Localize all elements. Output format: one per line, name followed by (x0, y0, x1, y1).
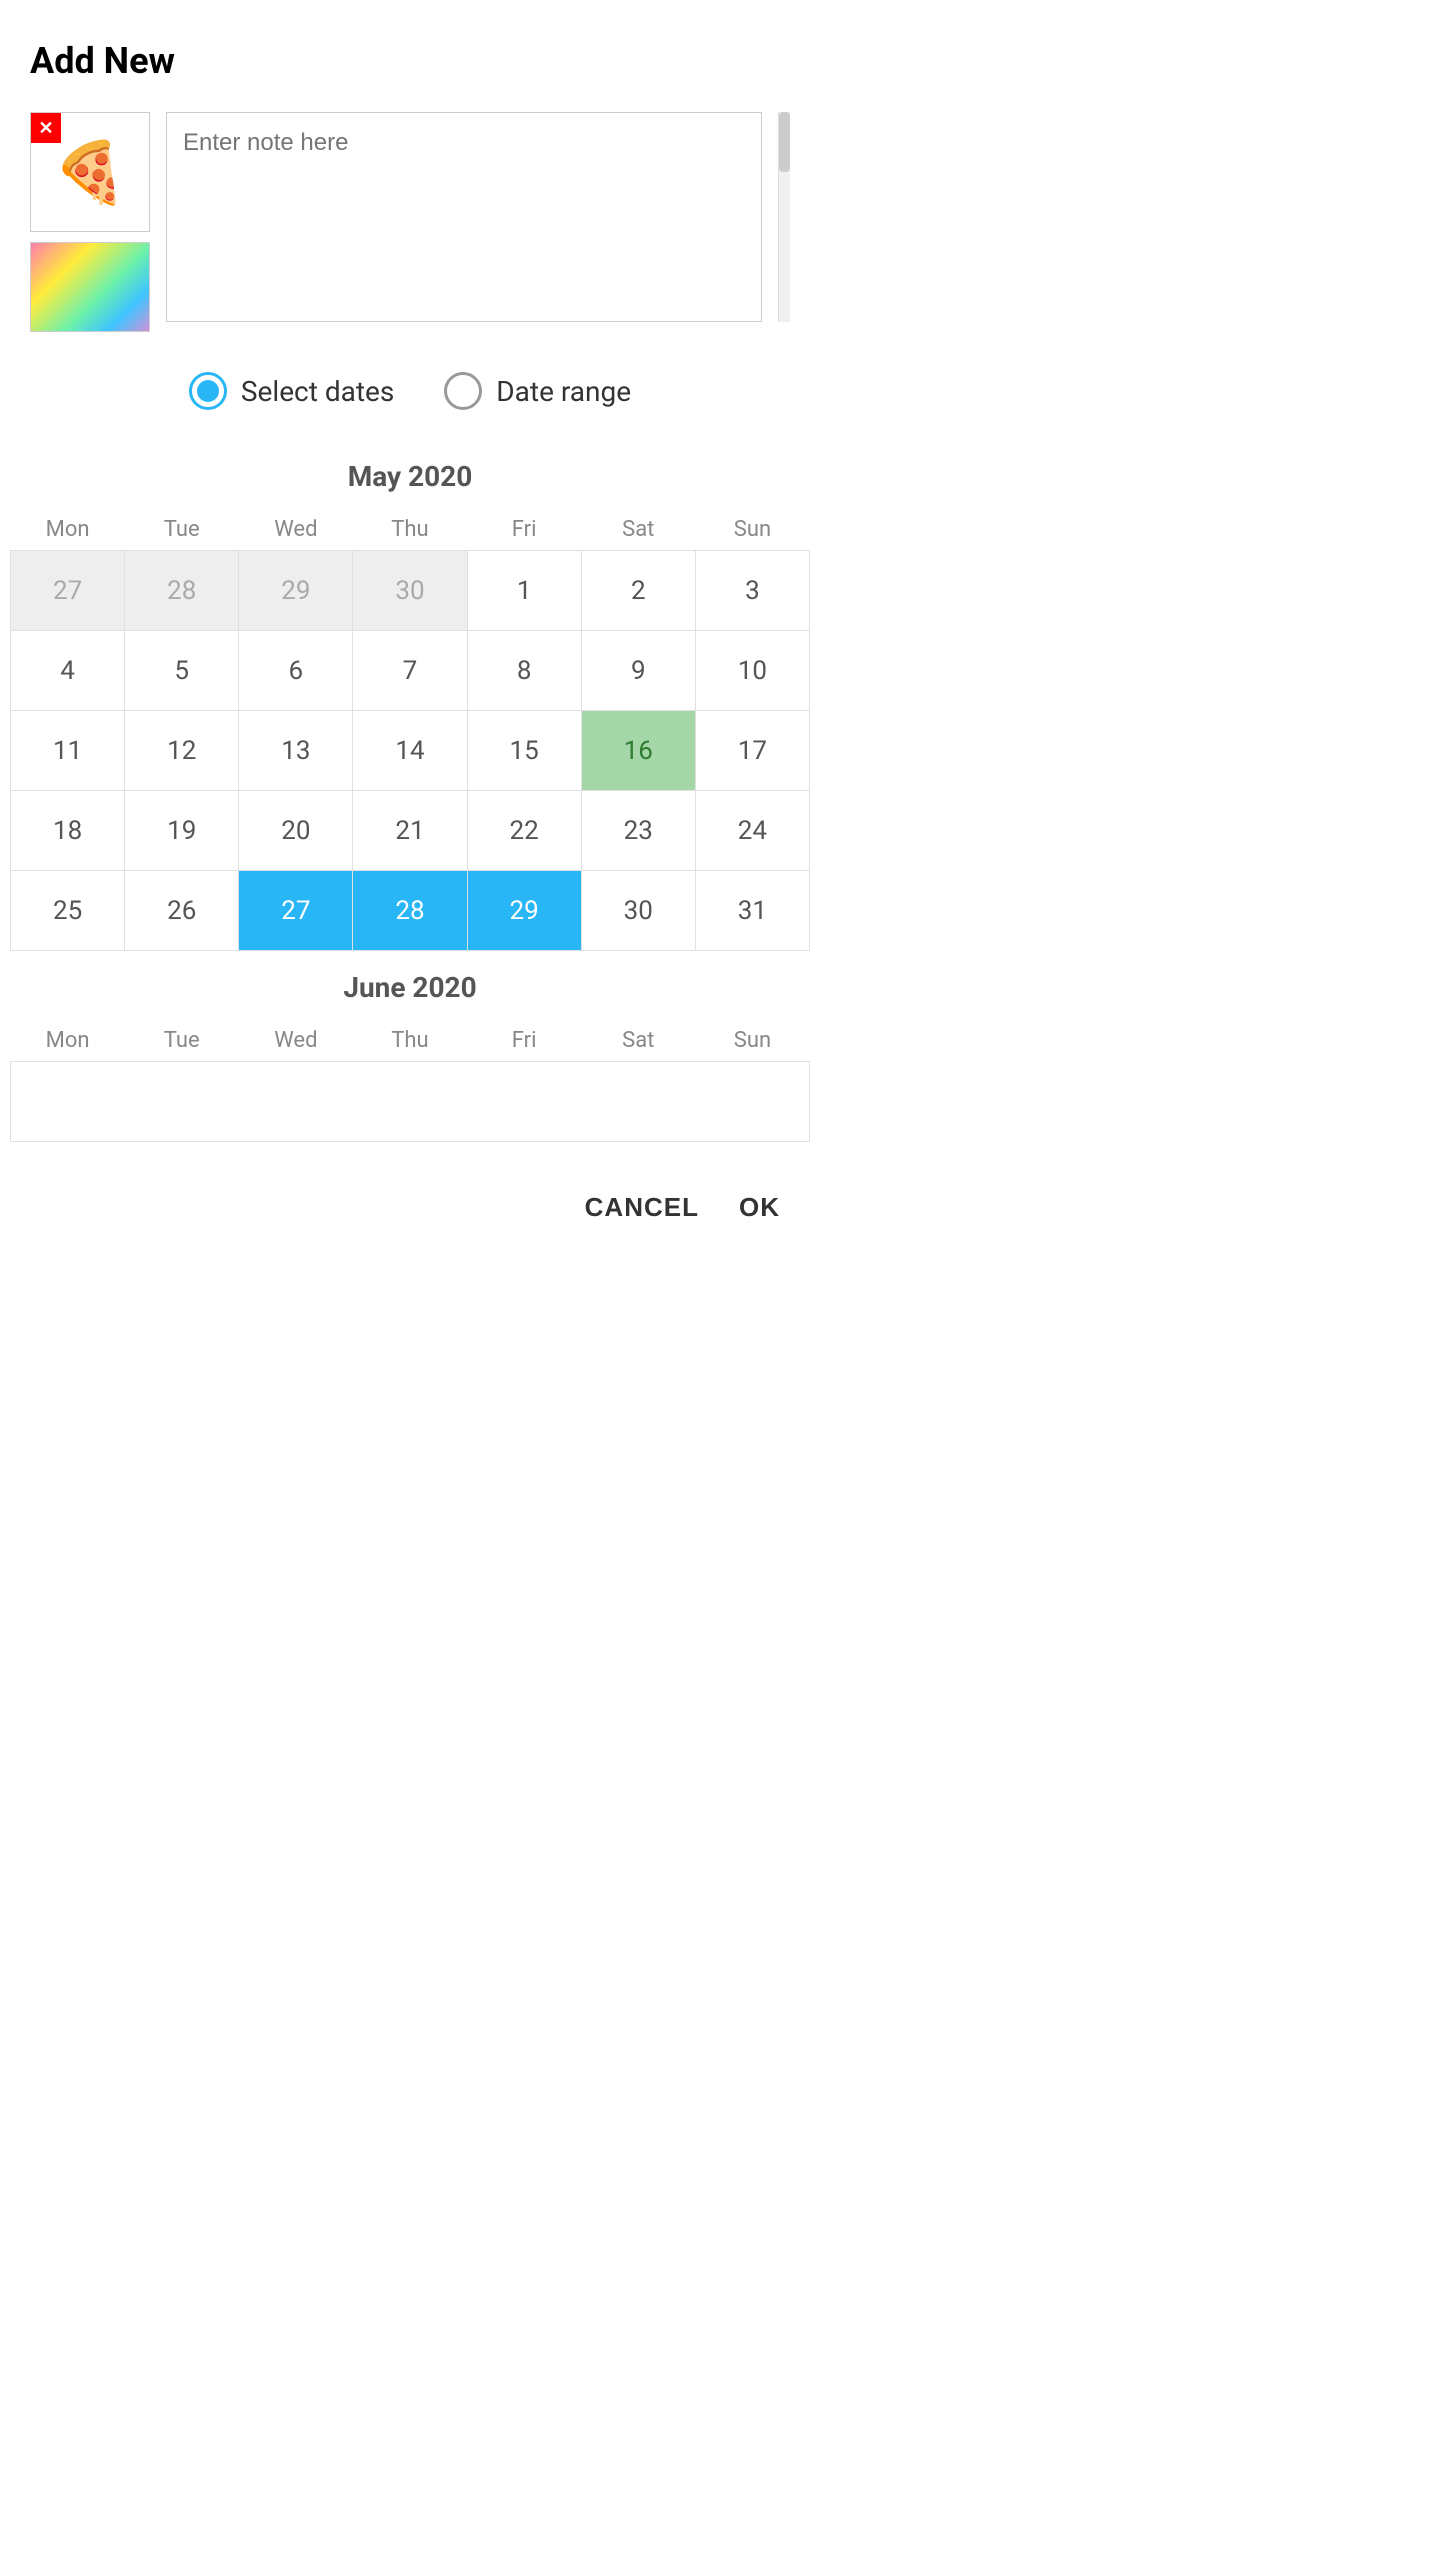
may-day-cell[interactable]: 20 (239, 791, 353, 871)
may-day-cell[interactable]: 23 (581, 791, 695, 871)
weekday-wed: Wed (239, 509, 353, 551)
calendar-section: May 2020 Mon Tue Wed Thu Fri Sat Sun 272… (0, 440, 820, 1142)
may-month-title: May 2020 (10, 440, 810, 509)
page-title: Add New (0, 0, 820, 112)
may-day-cell[interactable]: 28 (353, 871, 467, 951)
may-day-cell[interactable]: 10 (695, 631, 809, 711)
may-day-cell[interactable]: 28 (125, 551, 239, 631)
may-week-row: 18192021222324 (11, 791, 810, 871)
weekday-sun: Sun (695, 509, 809, 551)
select-dates-radio[interactable] (189, 372, 227, 410)
may-day-cell[interactable]: 26 (125, 871, 239, 951)
may-calendar-grid: Mon Tue Wed Thu Fri Sat Sun 272829301234… (10, 509, 810, 951)
may-week-row: 27282930123 (11, 551, 810, 631)
may-week-row: 25262728293031 (11, 871, 810, 951)
select-dates-option[interactable]: Select dates (189, 372, 394, 410)
bottom-bar: CANCEL OK (0, 1162, 820, 1253)
weekday-thu: Thu (353, 509, 467, 551)
note-input[interactable] (166, 112, 762, 322)
may-day-cell[interactable]: 6 (239, 631, 353, 711)
may-day-cell[interactable]: 8 (467, 631, 581, 711)
emoji-picker[interactable]: ✕ 🍕 (30, 112, 150, 232)
weekday-tue: Tue (125, 509, 239, 551)
emoji-display: 🍕 (53, 137, 128, 208)
color-picker[interactable] (30, 242, 150, 332)
june-weekday-mon: Mon (11, 1020, 125, 1062)
scrollbar-thumb[interactable] (779, 112, 790, 172)
may-day-cell[interactable]: 7 (353, 631, 467, 711)
may-day-cell[interactable]: 9 (581, 631, 695, 711)
may-day-cell[interactable]: 16 (581, 711, 695, 791)
cancel-button[interactable]: CANCEL (585, 1192, 699, 1223)
left-panel: ✕ 🍕 (30, 112, 150, 332)
may-weekday-header-row: Mon Tue Wed Thu Fri Sat Sun (11, 509, 810, 551)
may-day-cell[interactable]: 1 (467, 551, 581, 631)
may-day-cell[interactable]: 27 (11, 551, 125, 631)
select-dates-label: Select dates (241, 375, 394, 408)
date-range-option[interactable]: Date range (444, 372, 631, 410)
may-day-cell[interactable]: 17 (695, 711, 809, 791)
may-day-cell[interactable]: 18 (11, 791, 125, 871)
may-day-cell[interactable]: 3 (695, 551, 809, 631)
june-month-title: June 2020 (10, 951, 810, 1020)
ok-button[interactable]: OK (739, 1192, 780, 1223)
may-day-cell[interactable]: 11 (11, 711, 125, 791)
may-day-cell[interactable]: 29 (467, 871, 581, 951)
may-day-cell[interactable]: 30 (581, 871, 695, 951)
may-day-cell[interactable]: 19 (125, 791, 239, 871)
radio-section: Select dates Date range (0, 352, 820, 440)
may-week-row: 45678910 (11, 631, 810, 711)
may-day-cell[interactable]: 2 (581, 551, 695, 631)
date-range-radio[interactable] (444, 372, 482, 410)
may-day-cell[interactable]: 14 (353, 711, 467, 791)
may-day-cell[interactable]: 24 (695, 791, 809, 871)
weekday-sat: Sat (581, 509, 695, 551)
may-week-row: 11121314151617 (11, 711, 810, 791)
date-range-label: Date range (496, 375, 631, 408)
close-icon[interactable]: ✕ (31, 113, 61, 143)
june-weekday-header-row: Mon Tue Wed Thu Fri Sat Sun (11, 1020, 810, 1062)
june-calendar-grid: Mon Tue Wed Thu Fri Sat Sun (10, 1020, 810, 1142)
may-day-cell[interactable]: 25 (11, 871, 125, 951)
june-weekday-wed: Wed (239, 1020, 353, 1062)
may-day-cell[interactable]: 15 (467, 711, 581, 791)
may-day-cell[interactable]: 31 (695, 871, 809, 951)
scrollbar-track (778, 112, 790, 322)
may-day-cell[interactable]: 4 (11, 631, 125, 711)
may-day-cell[interactable]: 30 (353, 551, 467, 631)
may-day-cell[interactable]: 5 (125, 631, 239, 711)
june-weekday-thu: Thu (353, 1020, 467, 1062)
may-day-cell[interactable]: 22 (467, 791, 581, 871)
may-day-cell[interactable]: 21 (353, 791, 467, 871)
june-weekday-tue: Tue (125, 1020, 239, 1062)
may-day-cell[interactable]: 29 (239, 551, 353, 631)
may-day-cell[interactable]: 12 (125, 711, 239, 791)
weekday-mon: Mon (11, 509, 125, 551)
june-weekday-fri: Fri (467, 1020, 581, 1062)
june-weekday-sun: Sun (695, 1020, 809, 1062)
june-weekday-sat: Sat (581, 1020, 695, 1062)
may-day-cell[interactable]: 13 (239, 711, 353, 791)
may-day-cell[interactable]: 27 (239, 871, 353, 951)
top-section: ✕ 🍕 (0, 112, 820, 332)
weekday-fri: Fri (467, 509, 581, 551)
